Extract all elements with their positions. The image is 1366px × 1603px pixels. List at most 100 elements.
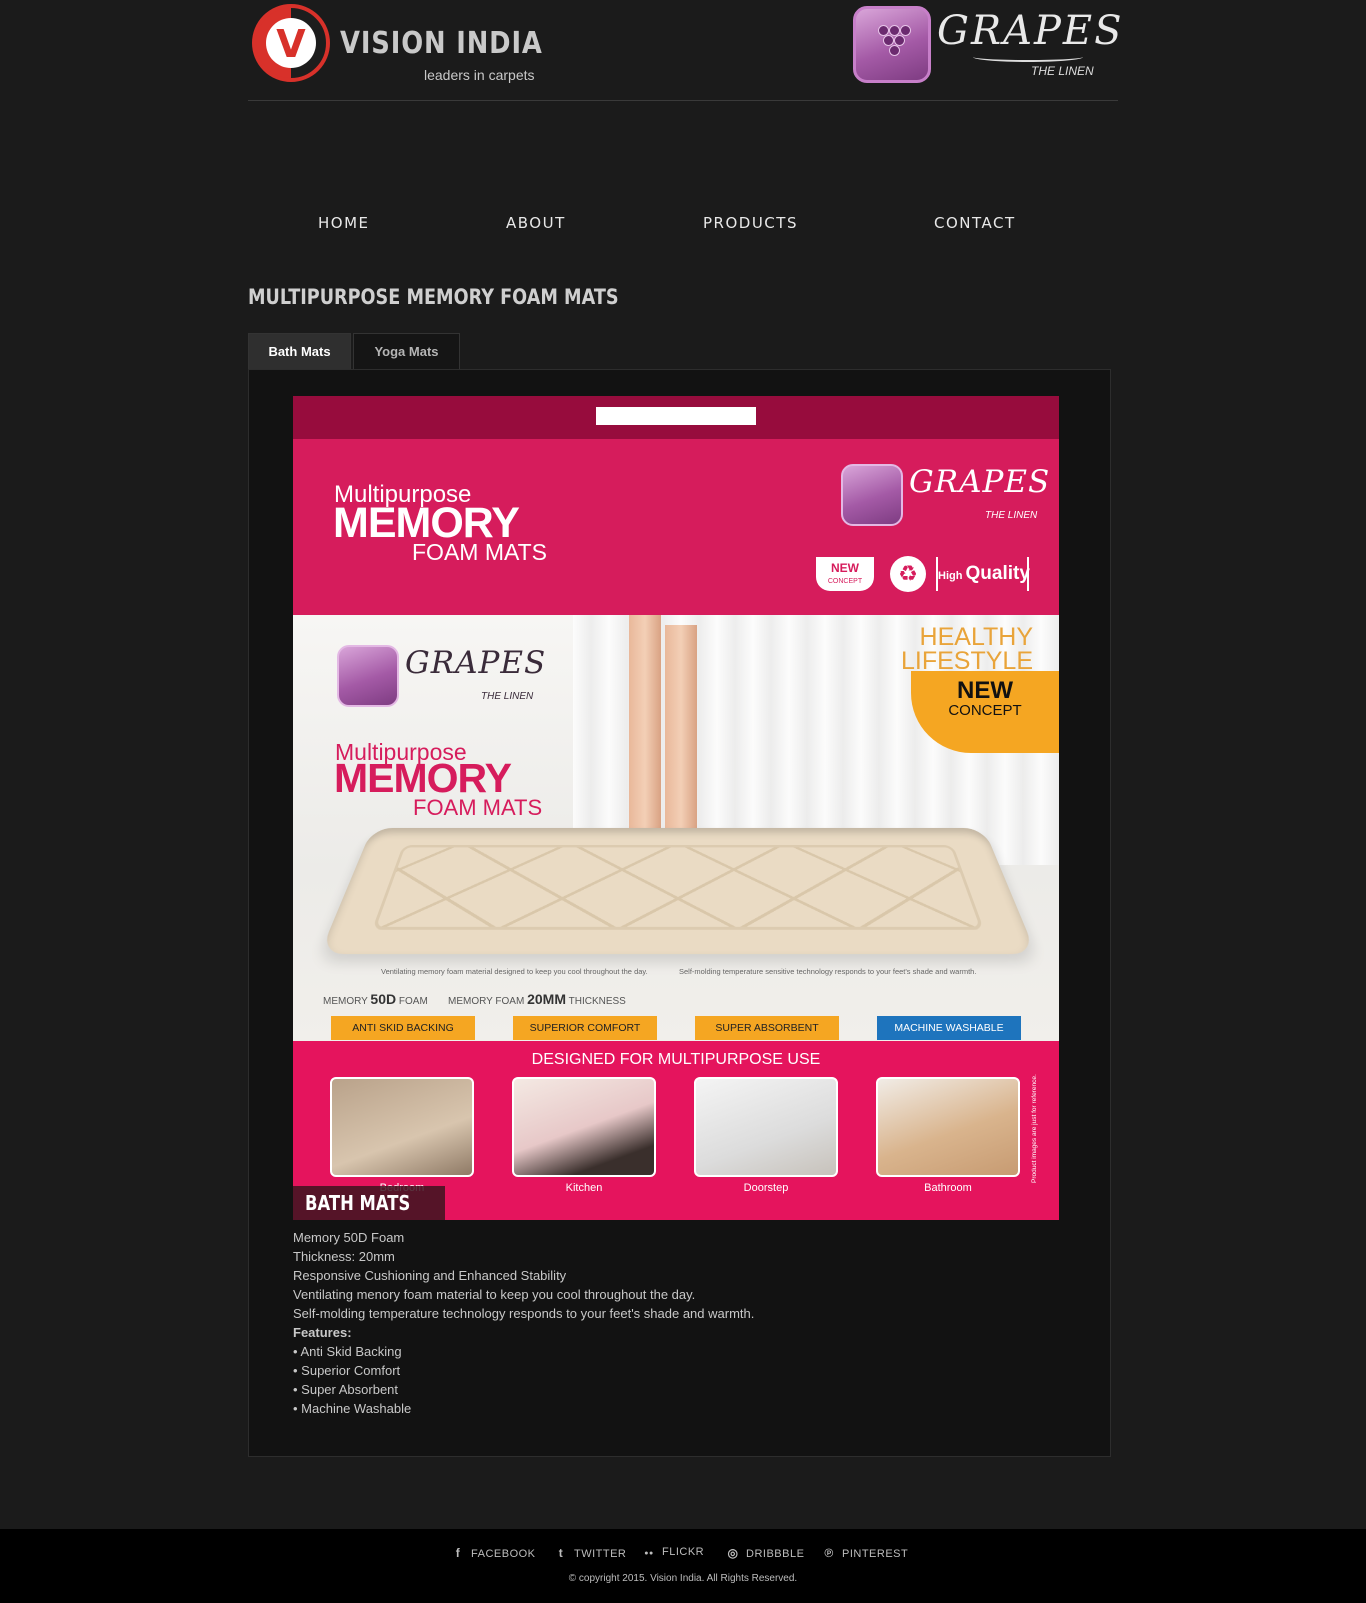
grapes-logo[interactable]: GRAPES THE LINEN [853,6,1121,86]
spec-thickness-pre: MEMORY FOAM [448,996,525,1007]
ribbon-concept: CONCEPT [948,702,1022,719]
desc-line: Memory 50D Foam [293,1230,405,1245]
dribbble-icon: ◎ [727,1546,739,1560]
spec-thickness-post: THICKNESS [568,996,626,1007]
facebook-icon: f [455,1546,461,1560]
spec-thickness: MEMORY FOAM 20MM THICKNESS [448,991,626,1007]
grapes-icon [853,6,931,83]
desc-line: Responsive Cushioning and Enhanced Stabi… [293,1268,567,1283]
product-image: Multipurpose MEMORY FOAM MATS GRAPES THE… [293,396,1059,1220]
banner-brand-sub: THE LINEN [985,510,1038,521]
brand-name: VISION INDIA [340,26,543,61]
nav-contact[interactable]: CONTACT [934,214,1016,232]
copyright: © copyright 2015. Vision India. All Righ… [568,1573,798,1584]
uses-heading: DESIGNED FOR MULTIPURPOSE USE [531,1051,821,1068]
vision-india-emblem-icon: V [252,4,330,82]
use-photo-bedroom [330,1077,474,1177]
chip-anti-skid: ANTI SKID BACKING [331,1016,475,1040]
banner-brand: GRAPES [909,464,1051,500]
image-photo-section: GRAPES THE LINEN Multipurpose MEMORY FOA… [293,615,1059,1041]
photo-brand: GRAPES [405,645,547,681]
desc-line: Ventilating menory foam material to keep… [293,1287,696,1302]
dribbble-link[interactable]: ◎ DRIBBBLE [726,1546,804,1560]
site-footer: f FACEBOOK t TWITTER ●● FLICKR ◎ DRIBBBLE ℗ P… [0,1529,1366,1603]
page: V VISION INDIA leaders in carpets GRAPES… [0,0,1366,1603]
twitter-link[interactable]: t TWITTER [554,1546,626,1560]
banner-headline-sub: FOAM MATS [412,539,548,565]
image-disclaimer: Product images are just for reference. [1031,1074,1038,1183]
image-top-bar [293,396,1059,439]
chip-superior-comfort: SUPERIOR COMFORT [513,1016,657,1040]
healthy-lifestyle-text: HEALTHY LIFESTYLE [853,623,1033,675]
grapes-icon [337,645,399,707]
partner-name: GRAPES [937,8,1124,54]
tab-bath-mats[interactable]: Bath Mats [248,333,351,370]
dribbble-label: DRIBBBLE [746,1548,805,1560]
pinterest-icon: ℗ [824,1546,834,1560]
photo-headline-sub: FOAM MATS [413,795,543,820]
image-caption: BATH MATS [293,1186,446,1220]
flickr-label: FLICKR [662,1546,705,1558]
chip-machine-washable: MACHINE WASHABLE [877,1016,1021,1040]
vision-india-logo[interactable]: V VISION INDIA leaders in carpets [252,4,542,84]
white-bar [596,407,756,425]
spec-density: MEMORY 50D FOAM [323,991,428,1007]
spec-density-pre: MEMORY [323,996,368,1007]
flickr-link[interactable]: ●● FLICKR [642,1546,704,1558]
pinterest-link[interactable]: ℗ PINTEREST [822,1546,908,1560]
tab-yoga-mats[interactable]: Yoga Mats [353,333,460,370]
main-nav: HOME ABOUT PRODUCTS CONTACT [248,214,1118,244]
flickr-icon: ●● [644,1550,654,1557]
badge-hq-small: High [938,570,963,582]
use-label-kitchen: Kitchen [565,1182,603,1194]
pinterest-label: PINTEREST [842,1548,909,1560]
feature-item: • Superior Comfort [293,1363,401,1378]
use-label-doorstep: Doorstep [743,1182,789,1194]
badge-new-sub: CONCEPT [827,578,863,585]
banner-grapes-logo: GRAPES THE LINEN [841,464,1049,534]
badge-hq-big: Quality [965,563,1030,584]
spec-density-post: FOAM [398,996,428,1007]
bath-mat-illustration [319,827,1037,955]
healthy-line-2: LIFESTYLE [901,647,1033,675]
healthy-line-1: HEALTHY [919,623,1033,651]
facebook-link[interactable]: f FACEBOOK [451,1546,536,1560]
page-title: MULTIPURPOSE MEMORY FOAM MATS [248,285,619,309]
image-banner: Multipurpose MEMORY FOAM MATS GRAPES THE… [293,439,1059,615]
badge-new-text: NEW [831,561,859,575]
spec-density-value: 50D [370,991,397,1007]
nav-about[interactable]: ABOUT [506,214,566,232]
photo-grapes-logo: GRAPES THE LINEN [337,645,545,715]
recycle-icon: ♻ [890,556,926,592]
spec-thickness-value: 20MM [527,991,566,1007]
high-quality-badge: High Quality [936,557,1030,591]
nav-products[interactable]: PRODUCTS [703,214,798,232]
use-photo-bathroom [876,1077,1020,1177]
twitter-label: TWITTER [574,1548,627,1560]
twitter-icon: t [558,1546,564,1560]
desc-line: Thickness: 20mm [293,1249,395,1264]
grapes-icon [841,464,903,526]
features-label: Features: [293,1325,352,1340]
partner-tagline: THE LINEN [1031,64,1094,78]
feature-item: • Super Absorbent [293,1382,399,1397]
use-photo-doorstep [694,1077,838,1177]
photo-brand-sub: THE LINEN [481,691,534,702]
feature-note-right: Self-molding temperature sensitive techn… [679,967,977,976]
new-concept-badge: NEW CONCEPT [816,557,874,591]
feature-item: • Anti Skid Backing [293,1344,402,1359]
nav-home[interactable]: HOME [318,214,370,232]
image-caption-text: BATH MATS [305,1191,411,1215]
desc-line: Self-molding temperature technology resp… [293,1306,755,1321]
feature-note-left: Ventilating memory foam material designe… [381,967,648,976]
chip-super-absorbent: SUPER ABSORBENT [695,1016,839,1040]
site-header: V VISION INDIA leaders in carpets GRAPES… [248,0,1121,101]
feature-item: • Machine Washable [293,1401,412,1416]
ribbon-new: NEW [957,677,1013,704]
facebook-label: FACEBOOK [471,1548,536,1560]
brand-tagline: leaders in carpets [424,67,535,83]
use-photo-kitchen [512,1077,656,1177]
product-description: Memory 50D Foam Thickness: 20mm Responsi… [293,1228,993,1418]
swoosh-decoration [973,52,1083,62]
use-label-bathroom: Bathroom [924,1182,972,1194]
